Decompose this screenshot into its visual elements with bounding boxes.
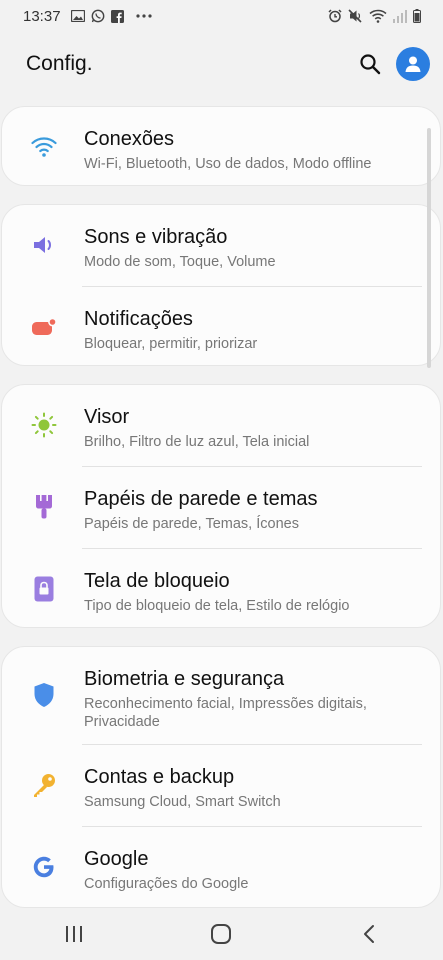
settings-group-sound-notifications: Sons e vibração Modo de som, Toque, Volu… xyxy=(1,204,441,366)
whatsapp-icon xyxy=(91,9,104,23)
home-button[interactable] xyxy=(191,914,251,954)
settings-item-text: Conexões Wi-Fi, Bluetooth, Uso de dados,… xyxy=(84,127,371,173)
settings-item-lock-screen[interactable]: Tela de bloqueio Tipo de bloqueio de tel… xyxy=(2,549,440,627)
signal-icon xyxy=(393,9,407,23)
settings-item-subtitle: Reconhecimento facial, Impressões digita… xyxy=(84,696,367,730)
settings-item-text: Biometria e segurança Reconhecimento fac… xyxy=(84,667,440,731)
status-time: 13:37 xyxy=(23,7,61,25)
settings-item-subtitle: Samsung Cloud, Smart Switch xyxy=(84,794,281,810)
settings-item-biometrics[interactable]: Biometria e segurança Reconhecimento fac… xyxy=(2,647,440,745)
facebook-icon xyxy=(110,9,124,23)
scrollbar[interactable] xyxy=(427,128,431,368)
settings-item-title: Visor xyxy=(84,406,130,428)
search-button[interactable] xyxy=(356,50,384,78)
paintbrush-icon xyxy=(30,493,58,521)
settings-item-text: Sons e vibração Modo de som, Toque, Volu… xyxy=(84,225,276,271)
settings-item-title: Conexões xyxy=(84,128,175,150)
settings-item-sounds[interactable]: Sons e vibração Modo de som, Toque, Volu… xyxy=(2,205,440,287)
settings-group-display: Visor Brilho, Filtro de luz azul, Tela i… xyxy=(1,384,441,628)
back-icon xyxy=(364,925,375,943)
settings-item-title: Biometria e segurança xyxy=(84,668,285,690)
search-icon xyxy=(360,54,381,75)
back-button[interactable] xyxy=(339,914,399,954)
settings-item-connections[interactable]: Conexões Wi-Fi, Bluetooth, Uso de dados,… xyxy=(2,107,440,185)
settings-item-notifications[interactable]: Notificações Bloquear, permitir, prioriz… xyxy=(2,287,440,365)
alarm-icon xyxy=(328,9,342,23)
wifi-icon xyxy=(369,9,387,23)
app-header: Config. xyxy=(0,38,443,90)
settings-item-title: Sons e vibração xyxy=(84,226,228,248)
page-title: Config. xyxy=(26,52,93,75)
settings-item-subtitle: Papéis de parede, Temas, Ícones xyxy=(84,516,299,532)
wifi-icon xyxy=(30,133,58,161)
status-left: 13:37 xyxy=(23,8,152,25)
more-dots-icon xyxy=(135,14,152,18)
settings-item-google[interactable]: Google Configurações do Google xyxy=(2,827,440,907)
settings-item-subtitle: Bloquear, permitir, priorizar xyxy=(84,336,258,352)
settings-item-subtitle: Brilho, Filtro de luz azul, Tela inicial xyxy=(84,434,310,450)
recents-button[interactable] xyxy=(44,914,104,954)
notification-icon xyxy=(30,313,58,341)
account-button[interactable] xyxy=(396,47,430,81)
settings-item-accounts-backup[interactable]: Contas e backup Samsung Cloud, Smart Swi… xyxy=(2,745,440,827)
recents-icon xyxy=(65,926,82,942)
navigation-bar xyxy=(0,908,443,960)
mute-icon xyxy=(348,9,362,23)
settings-list[interactable]: Conexões Wi-Fi, Bluetooth, Uso de dados,… xyxy=(0,104,443,908)
key-icon xyxy=(30,771,58,799)
settings-item-text: Notificações Bloquear, permitir, prioriz… xyxy=(84,307,257,353)
settings-item-wallpapers[interactable]: Papéis de parede e temas Papéis de pared… xyxy=(2,467,440,549)
settings-item-display[interactable]: Visor Brilho, Filtro de luz azul, Tela i… xyxy=(2,385,440,467)
battery-icon xyxy=(413,9,421,23)
settings-item-subtitle: Configurações do Google xyxy=(84,876,249,892)
settings-item-text: Papéis de parede e temas Papéis de pared… xyxy=(84,487,318,533)
settings-item-text: Contas e backup Samsung Cloud, Smart Swi… xyxy=(84,765,281,811)
home-icon xyxy=(211,924,232,944)
settings-group-connections: Conexões Wi-Fi, Bluetooth, Uso de dados,… xyxy=(1,106,441,186)
settings-group-security: Biometria e segurança Reconhecimento fac… xyxy=(1,646,441,908)
lock-icon xyxy=(30,575,58,603)
account-icon xyxy=(405,56,421,72)
status-right xyxy=(328,9,421,23)
settings-item-subtitle: Tipo de bloqueio de tela, Estilo de reló… xyxy=(84,598,350,614)
image-icon xyxy=(70,10,85,22)
google-icon xyxy=(30,853,58,881)
settings-item-title: Notificações xyxy=(84,308,193,330)
settings-item-title: Contas e backup xyxy=(84,766,235,788)
shield-icon xyxy=(30,681,58,709)
settings-item-title: Tela de bloqueio xyxy=(84,570,230,592)
settings-item-text: Google Configurações do Google xyxy=(84,847,248,893)
volume-icon xyxy=(30,231,58,259)
settings-item-title: Google xyxy=(84,848,149,870)
header-actions xyxy=(356,47,430,81)
settings-item-title: Papéis de parede e temas xyxy=(84,488,318,510)
status-bar: 13:37 xyxy=(0,0,443,32)
settings-item-text: Visor Brilho, Filtro de luz azul, Tela i… xyxy=(84,405,309,451)
settings-item-subtitle: Wi-Fi, Bluetooth, Uso de dados, Modo off… xyxy=(84,156,372,172)
settings-item-subtitle: Modo de som, Toque, Volume xyxy=(84,254,276,270)
settings-item-text: Tela de bloqueio Tipo de bloqueio de tel… xyxy=(84,569,349,615)
brightness-icon xyxy=(30,411,58,439)
